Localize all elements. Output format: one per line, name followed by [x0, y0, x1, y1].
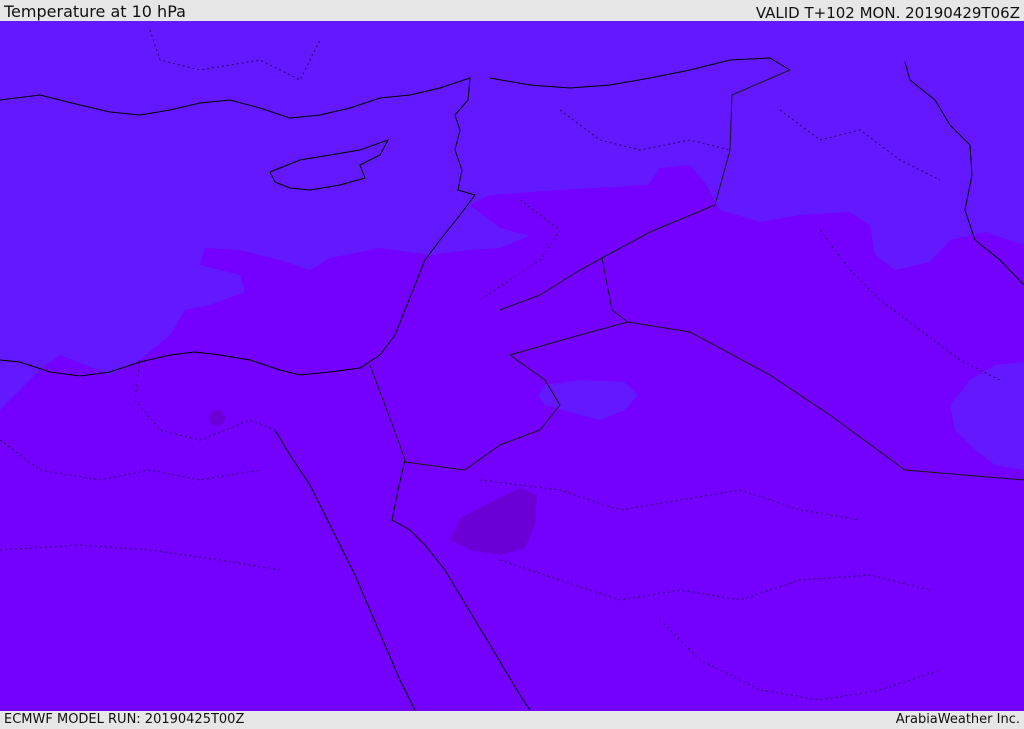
temperature-map[interactable]	[0, 21, 1024, 711]
map-canvas	[0, 21, 1024, 711]
model-run: ECMWF MODEL RUN: 20190425T00Z	[4, 712, 245, 727]
header-bar: Temperature at 10 hPa VALID T+102 MON. 2…	[0, 0, 1024, 21]
valid-time: VALID T+102 MON. 20190429T06Z	[755, 4, 1020, 22]
map-title: Temperature at 10 hPa	[4, 2, 186, 21]
credit: ArabiaWeather Inc.	[895, 712, 1020, 727]
small-cold-patch	[209, 410, 225, 426]
footer-bar: ECMWF MODEL RUN: 20190425T00Z ArabiaWeat…	[0, 711, 1024, 729]
